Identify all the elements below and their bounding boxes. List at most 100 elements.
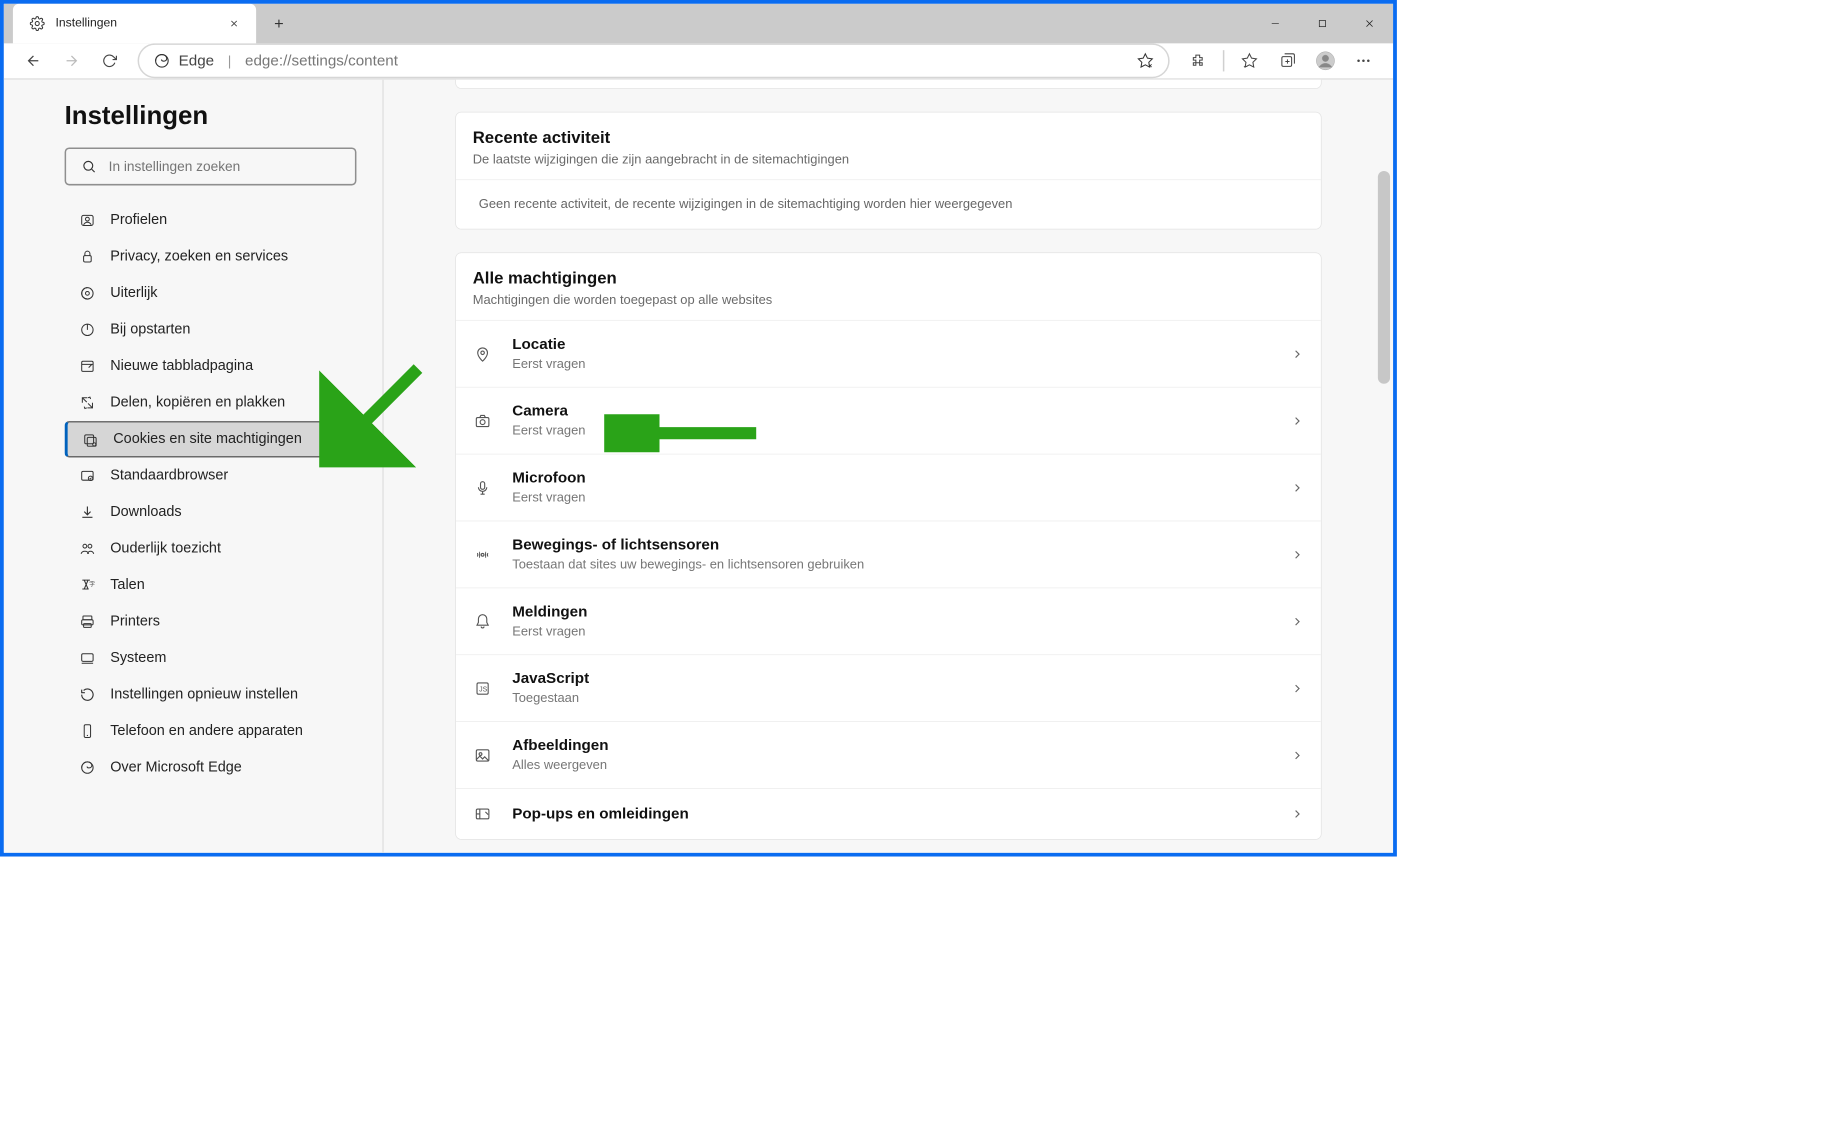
- tab-title: Instellingen: [55, 17, 117, 31]
- sidebar-item-appearance-icon: [78, 284, 96, 302]
- chevron-right-icon: [1290, 614, 1304, 628]
- sidebar-item-label: Cookies en site machtigingen: [113, 431, 302, 448]
- refresh-button[interactable]: [92, 43, 127, 78]
- card-clipped: [455, 80, 1321, 89]
- addr-scheme-label: Edge: [179, 52, 215, 69]
- sidebar-item-label: Privacy, zoeken en services: [110, 249, 288, 266]
- browser-tab[interactable]: Instellingen: [13, 4, 256, 44]
- favorite-star-icon[interactable]: [1136, 52, 1154, 70]
- scrollbar-thumb[interactable]: [1378, 171, 1390, 384]
- sidebar-item-startup[interactable]: Bij opstarten: [65, 312, 357, 348]
- sidebar-item-newtab[interactable]: Nieuwe tabbladpagina: [65, 348, 357, 384]
- sidebar-item-default-browser-icon: [78, 467, 96, 485]
- permission-subtitle: Alles weergeven: [512, 758, 608, 773]
- chevron-right-icon: [1290, 481, 1304, 495]
- sidebar-item-label: Uiterlijk: [110, 285, 157, 302]
- sidebar-item-phone[interactable]: Telefoon en andere apparaten: [65, 713, 357, 749]
- profile-icon[interactable]: [1308, 43, 1343, 78]
- permission-popups[interactable]: Pop-ups en omleidingen: [456, 788, 1321, 839]
- permission-camera[interactable]: Camera Eerst vragen: [456, 387, 1321, 454]
- addr-url: edge://settings/content: [245, 52, 398, 69]
- permission-title: Pop-ups en omleidingen: [512, 805, 688, 822]
- sidebar-item-downloads[interactable]: Downloads: [65, 494, 357, 530]
- all-permissions-card: Alle machtigingen Machtigingen die worde…: [455, 252, 1321, 839]
- sidebar-item-label: Nieuwe tabbladpagina: [110, 358, 253, 375]
- sidebar-item-reset-icon: [78, 686, 96, 704]
- sidebar-nav: Profielen Privacy, zoeken en services Uite…: [65, 202, 357, 786]
- favorites-icon[interactable]: [1232, 43, 1267, 78]
- collections-icon[interactable]: [1270, 43, 1305, 78]
- sidebar-item-label: Delen, kopiëren en plakken: [110, 394, 285, 411]
- close-tab-button[interactable]: [223, 12, 246, 35]
- sidebar-item-label: Profielen: [110, 212, 167, 229]
- close-window-button[interactable]: [1346, 4, 1393, 44]
- window-controls: [1252, 4, 1393, 44]
- permission-notifications[interactable]: Meldingen Eerst vragen: [456, 587, 1321, 654]
- permission-title: Microfoon: [512, 470, 585, 487]
- toolbar: Edge | edge://settings/content: [4, 43, 1393, 79]
- permission-popups-icon: [473, 804, 493, 824]
- sidebar-item-family[interactable]: Ouderlijk toezicht: [65, 530, 357, 566]
- more-menu-icon[interactable]: [1346, 43, 1381, 78]
- chevron-right-icon: [1290, 807, 1304, 821]
- sidebar-item-newtab-icon: [78, 357, 96, 375]
- sidebar-item-languages[interactable]: 字 Talen: [65, 567, 357, 603]
- all-perm-title: Alle machtigingen: [473, 268, 1304, 288]
- sidebar-item-share[interactable]: Delen, kopiëren en plakken: [65, 385, 357, 421]
- address-bar[interactable]: Edge | edge://settings/content: [138, 43, 1170, 78]
- permission-images-icon: [473, 745, 493, 765]
- permission-title: JavaScript: [512, 670, 589, 687]
- maximize-button[interactable]: [1299, 4, 1346, 44]
- sidebar-item-privacy[interactable]: Privacy, zoeken en services: [65, 239, 357, 275]
- sidebar-item-cookies[interactable]: Cookies en site machtigingen: [65, 421, 357, 457]
- sidebar-item-appearance[interactable]: Uiterlijk: [65, 275, 357, 311]
- permission-location-icon: [473, 344, 493, 364]
- back-button[interactable]: [16, 43, 51, 78]
- new-tab-button[interactable]: [262, 7, 295, 40]
- permission-microphone[interactable]: Microfoon Eerst vragen: [456, 454, 1321, 521]
- sidebar-item-printers[interactable]: Printers: [65, 603, 357, 639]
- chevron-right-icon: [1290, 681, 1304, 695]
- permission-subtitle: Toegestaan: [512, 691, 589, 706]
- sidebar-item-label: Talen: [110, 577, 145, 594]
- svg-text:字: 字: [89, 580, 95, 588]
- permission-javascript-icon: JS: [473, 678, 493, 698]
- sidebar-item-about[interactable]: Over Microsoft Edge: [65, 749, 357, 785]
- sidebar-item-system[interactable]: Systeem: [65, 640, 357, 676]
- permission-location[interactable]: Locatie Eerst vragen: [456, 320, 1321, 387]
- sidebar-item-system-icon: [78, 649, 96, 667]
- permission-camera-icon: [473, 411, 493, 431]
- chevron-right-icon: [1290, 548, 1304, 562]
- minimize-button[interactable]: [1252, 4, 1299, 44]
- forward-button[interactable]: [54, 43, 89, 78]
- recent-empty-text: Geen recente activiteit, de recente wijz…: [456, 179, 1321, 228]
- search-icon: [80, 157, 98, 175]
- recent-title: Recente activiteit: [473, 128, 1304, 148]
- sidebar-item-label: Telefoon en andere apparaten: [110, 723, 303, 740]
- recent-subtitle: De laatste wijzigingen die zijn aangebra…: [473, 152, 1304, 167]
- permission-title: Meldingen: [512, 603, 587, 620]
- permission-microphone-icon: [473, 478, 493, 498]
- sidebar-item-privacy-icon: [78, 248, 96, 266]
- sidebar-item-share-icon: [78, 394, 96, 412]
- extensions-icon[interactable]: [1180, 43, 1215, 78]
- permission-javascript[interactable]: JS JavaScript Toegestaan: [456, 654, 1321, 721]
- sidebar-item-label: Over Microsoft Edge: [110, 759, 242, 776]
- sidebar-item-label: Printers: [110, 613, 160, 630]
- recent-activity-card: Recente activiteit De laatste wijziginge…: [455, 112, 1321, 230]
- permission-title: Afbeeldingen: [512, 737, 608, 754]
- permission-subtitle: Eerst vragen: [512, 490, 585, 505]
- sidebar-item-profiles-icon: [78, 211, 96, 229]
- sidebar-item-default-browser[interactable]: Standaardbrowser: [65, 458, 357, 494]
- window: Instellingen Edge | edge://settings/cont…: [0, 0, 1397, 857]
- permission-motion-sensors[interactable]: Bewegings- of lichtsensoren Toestaan dat…: [456, 521, 1321, 588]
- sidebar-item-reset[interactable]: Instellingen opnieuw instellen: [65, 676, 357, 712]
- content: Instellingen ProfielenPrivacy, zoeken en…: [4, 80, 1393, 857]
- permission-images[interactable]: Afbeeldingen Alles weergeven: [456, 721, 1321, 788]
- sidebar-item-label: Downloads: [110, 504, 181, 521]
- search-input[interactable]: [109, 158, 342, 174]
- search-settings[interactable]: [65, 147, 357, 185]
- gear-icon: [28, 14, 46, 32]
- sidebar-item-profiles[interactable]: Profielen: [65, 202, 357, 238]
- permission-title: Camera: [512, 403, 585, 420]
